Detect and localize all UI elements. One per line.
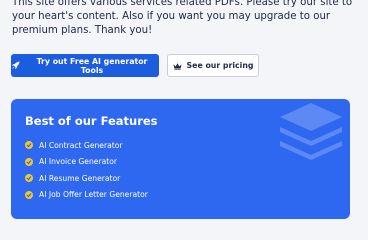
intro-text: This site offers various services relate…	[12, 0, 353, 36]
features-list: AI Contract Generator AI Invoice Generat…	[25, 137, 148, 203]
layers-stack-icon	[276, 101, 346, 167]
feature-item-contract: AI Contract Generator	[25, 137, 148, 154]
check-circle-icon	[25, 141, 33, 150]
features-panel: Best of our Features AI Contract Generat…	[11, 99, 350, 219]
see-pricing-label: See our pricing	[186, 61, 254, 70]
rocket-icon	[11, 61, 20, 70]
see-pricing-button[interactable]: See our pricing	[167, 54, 259, 77]
try-ai-tools-label: Try out Free AI generator Tools	[36, 56, 148, 75]
feature-item-invoice: AI Invoice Generator	[25, 154, 148, 171]
feature-label: AI Contract Generator	[39, 140, 123, 150]
features-title: Best of our Features	[25, 114, 158, 128]
feature-label: AI Invoice Generator	[39, 157, 117, 167]
crown-icon	[172, 62, 182, 70]
feature-item-job-offer: AI Job Offer Letter Generator	[25, 187, 148, 204]
check-circle-icon	[25, 190, 33, 199]
try-ai-tools-button[interactable]: Try out Free AI generator Tools	[11, 54, 159, 77]
feature-label: AI Job Offer Letter Generator	[39, 190, 148, 200]
feature-item-resume: AI Resume Generator	[25, 170, 148, 187]
feature-label: AI Resume Generator	[39, 173, 121, 183]
check-circle-icon	[25, 157, 33, 166]
check-circle-icon	[25, 174, 33, 183]
